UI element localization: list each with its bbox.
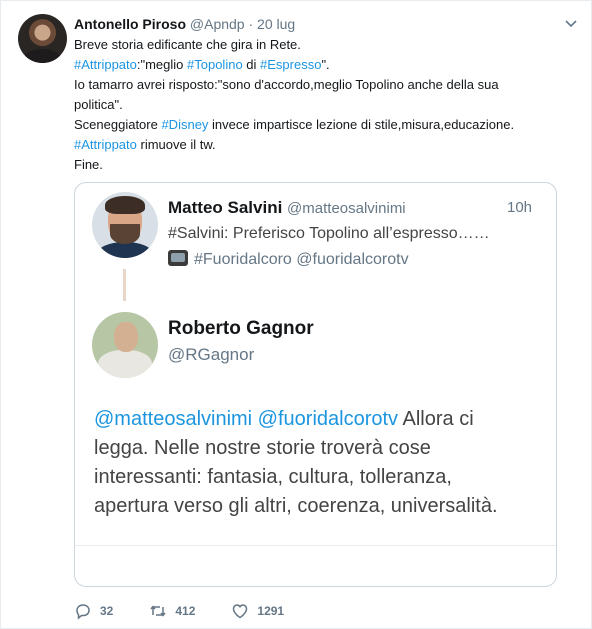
plain-text: :"meglio bbox=[136, 57, 188, 72]
text-line: legga. Nelle nostre storie troverà cose bbox=[94, 434, 544, 463]
plain-text: Allora ci bbox=[398, 408, 474, 430]
reply-icon bbox=[76, 604, 90, 620]
retweet-icon bbox=[150, 605, 166, 617]
text-line: Fine. bbox=[74, 155, 574, 175]
text-line: apertura verso gli altri, coerenza, univ… bbox=[94, 492, 544, 521]
plain-text: legga. Nelle nostre storie troverà cose bbox=[94, 437, 431, 459]
link-text[interactable]: #Attrippato bbox=[74, 137, 137, 152]
author-handle[interactable]: @Apndp bbox=[190, 16, 245, 32]
text-line: Breve storia edificante che gira in Rete… bbox=[74, 35, 574, 55]
plain-text: invece impartisce lezione di stile,misur… bbox=[208, 117, 515, 132]
tweet-date[interactable]: 20 lug bbox=[257, 16, 295, 32]
text-line: politica". bbox=[74, 95, 574, 115]
link-text[interactable]: #Disney bbox=[161, 117, 208, 132]
plain-text: Sceneggiatore bbox=[74, 117, 162, 132]
link-text[interactable]: #Espresso bbox=[260, 57, 321, 72]
screenshot-first-name: Matteo Salvini bbox=[168, 198, 283, 217]
tweet-actions: 32 412 1291 bbox=[74, 601, 320, 621]
author-avatar[interactable] bbox=[18, 14, 67, 63]
text-line: #Attrippato rimuove il tw. bbox=[74, 135, 574, 155]
screenshot-first-line2: #Fuoridalcoro @fuoridalcorotv bbox=[194, 251, 409, 268]
plain-text: politica". bbox=[74, 97, 123, 112]
text-line: #Attrippato:"meglio #Topolino di #Espres… bbox=[74, 55, 574, 75]
meta-separator: · bbox=[248, 16, 254, 32]
tweet-header: Antonello Piroso @Apndp · 20 lug bbox=[74, 15, 295, 33]
text-line: interessanti: fantasia, cultura, tollera… bbox=[94, 463, 544, 492]
screenshot-reply-text: @matteosalvinimi @fuoridalcorotv Allora … bbox=[94, 405, 544, 521]
plain-text: Fine. bbox=[74, 157, 103, 172]
reply-count: 32 bbox=[100, 604, 114, 618]
screenshot-second-name: Roberto Gagnor bbox=[168, 318, 314, 339]
tweet-card[interactable]: Antonello Piroso @Apndp · 20 lug Breve s… bbox=[0, 0, 592, 629]
gagnor-avatar bbox=[92, 312, 158, 378]
screenshot-first-author: Matteo Salvini @matteosalvinimi bbox=[168, 197, 406, 220]
caret-down-icon[interactable] bbox=[564, 17, 578, 31]
screenshot-second-handle: @RGagnor bbox=[168, 345, 255, 364]
screenshot-first-line1: #Salvini: Preferisco Topolino all’espres… bbox=[168, 225, 490, 242]
link-text[interactable]: @matteosalvinimi @fuoridalcorotv bbox=[94, 408, 398, 430]
plain-text: interessanti: fantasia, cultura, tollera… bbox=[94, 466, 452, 488]
image-card[interactable]: Matteo Salvini @matteosalvinimi 10h #Sal… bbox=[74, 182, 557, 587]
divider bbox=[75, 545, 556, 546]
plain-text: Breve storia edificante che gira in Rete… bbox=[74, 37, 301, 52]
plain-text: di bbox=[242, 57, 261, 72]
tweet-text: Breve storia edificante che gira in Rete… bbox=[74, 35, 574, 175]
screenshot-first-time: 10h bbox=[507, 199, 533, 216]
link-text[interactable]: #Topolino bbox=[187, 57, 243, 72]
tv-icon bbox=[168, 250, 188, 266]
text-line: Sceneggiatore #Disney invece impartisce … bbox=[74, 115, 574, 135]
screenshot-first-handle: @matteosalvinimi bbox=[287, 200, 406, 217]
like-button[interactable]: 1291 bbox=[231, 602, 284, 620]
salvini-avatar bbox=[92, 192, 158, 258]
text-line: @matteosalvinimi @fuoridalcorotv Allora … bbox=[94, 405, 544, 434]
thread-connector bbox=[123, 269, 126, 301]
author-name[interactable]: Antonello Piroso bbox=[74, 16, 186, 32]
retweet-button[interactable]: 412 bbox=[149, 602, 195, 620]
link-text[interactable]: #Attrippato bbox=[74, 57, 137, 72]
plain-text: ". bbox=[321, 57, 330, 72]
like-count: 1291 bbox=[257, 604, 285, 618]
plain-text: apertura verso gli altri, coerenza, univ… bbox=[94, 495, 498, 517]
retweet-count: 412 bbox=[175, 604, 196, 618]
plain-text: rimuove il tw. bbox=[136, 137, 216, 152]
plain-text: Io tamarro avrei risposto:"sono d'accord… bbox=[74, 77, 499, 92]
reply-button[interactable]: 32 bbox=[74, 602, 113, 620]
like-icon bbox=[233, 604, 248, 619]
tweet-screenshot: Matteo Salvini @matteosalvinimi 10h #Sal… bbox=[75, 183, 556, 586]
text-line: Io tamarro avrei risposto:"sono d'accord… bbox=[74, 75, 574, 95]
screenshot-first-line2-row: #Fuoridalcoro @fuoridalcorotv bbox=[168, 249, 409, 271]
